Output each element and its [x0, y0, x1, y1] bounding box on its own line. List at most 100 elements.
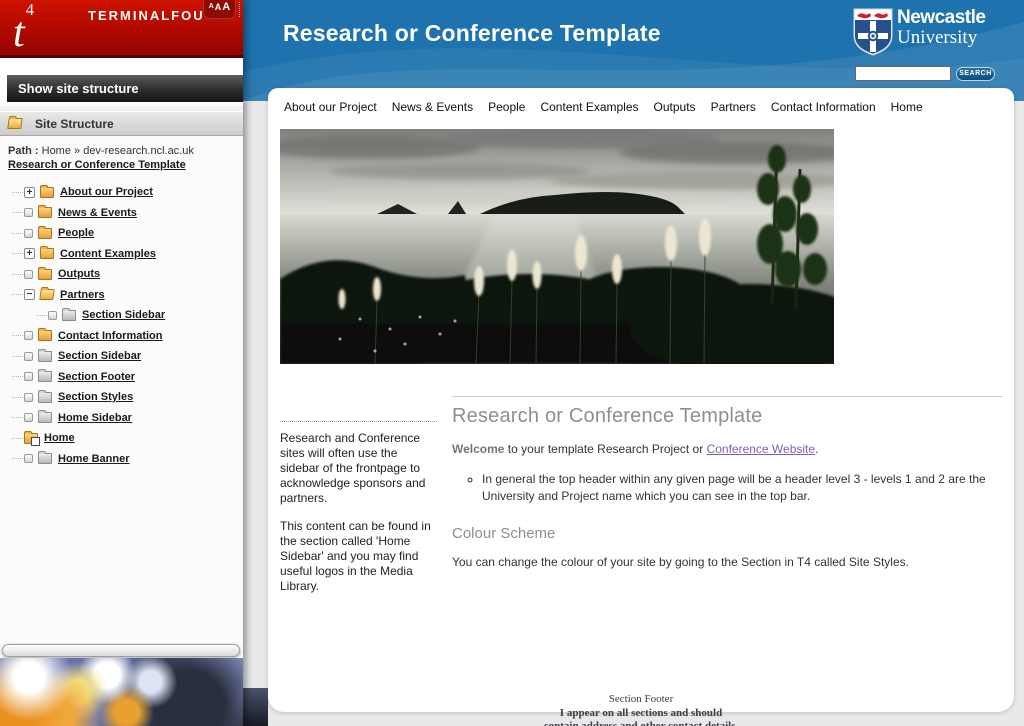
path-current-section[interactable]: Research or Conference Template: [8, 158, 235, 172]
tree-item-label[interactable]: Section Styles: [58, 391, 133, 403]
tree-item[interactable]: Section Styles: [0, 387, 243, 408]
nav-item[interactable]: Contact Information: [771, 100, 876, 114]
tree-item-label[interactable]: Home Banner: [58, 453, 130, 465]
nav-item[interactable]: Content Examples: [540, 100, 638, 114]
tree-item[interactable]: Outputs: [0, 264, 243, 285]
site-navigation: About our Project News & Events People Cont…: [268, 88, 1014, 116]
nav-item[interactable]: News & Events: [392, 100, 473, 114]
tree-item[interactable]: People: [0, 223, 243, 244]
nav-item[interactable]: Partners: [711, 100, 756, 114]
tree-expander-icon[interactable]: [24, 352, 33, 361]
tree-connector: [12, 253, 23, 254]
tree-item[interactable]: Section Sidebar: [0, 346, 243, 367]
folder-icon[interactable]: [38, 453, 52, 464]
tree-item[interactable]: About our Project: [0, 182, 243, 203]
path-label: Path :: [8, 145, 39, 157]
font-medium-button[interactable]: A: [215, 2, 222, 12]
tree-expander-icon[interactable]: [24, 208, 33, 217]
folder-icon[interactable]: [38, 207, 52, 218]
folder-icon[interactable]: [40, 187, 54, 198]
tree-item-label[interactable]: Contact Information: [58, 330, 163, 342]
panel-gap: [0, 102, 243, 111]
colour-scheme-paragraph: You can change the colour of your site b…: [452, 554, 1002, 570]
font-size-controls[interactable]: A A A: [203, 0, 236, 19]
welcome-end: .: [815, 442, 818, 456]
welcome-paragraph: Welcome to your template Research Projec…: [452, 441, 1002, 457]
colour-scheme-heading: Colour Scheme: [452, 525, 1002, 542]
footer-line-1: Section Footer: [268, 693, 1014, 707]
folder-icon[interactable]: [38, 269, 52, 280]
folder-icon[interactable]: [38, 351, 52, 362]
folder-icon[interactable]: [38, 228, 52, 239]
tree-item-label[interactable]: Content Examples: [60, 248, 156, 260]
tree-item[interactable]: Contact Information: [0, 326, 243, 347]
t4-header: t4 TERMINALFOU A A A: [0, 0, 243, 58]
tree-expander-icon[interactable]: [24, 289, 35, 300]
tree-item[interactable]: Section Footer: [0, 367, 243, 388]
folder-icon[interactable]: [38, 330, 52, 341]
tree-item-label[interactable]: Partners: [60, 289, 105, 301]
open-folder-icon: [7, 118, 23, 129]
tree-item-label[interactable]: About our Project: [60, 186, 153, 198]
t4-brand-text: TERMINALFOU: [88, 8, 206, 23]
t4-logo-t: t: [13, 10, 25, 56]
folder-icon[interactable]: [39, 289, 55, 300]
tree-item[interactable]: Partners: [0, 285, 243, 306]
tree-expander-icon[interactable]: [24, 331, 33, 340]
tree-item[interactable]: Section Sidebar: [0, 305, 243, 326]
breadcrumb: Path : Home » dev-research.ncl.ac.uk Res…: [0, 136, 243, 177]
welcome-bold: Welcome: [452, 442, 504, 456]
tree-expander-icon[interactable]: [24, 229, 33, 238]
folder-icon[interactable]: [38, 392, 52, 403]
path-trail[interactable]: Home » dev-research.ncl.ac.uk: [42, 145, 194, 157]
header-divider: [239, 2, 240, 17]
t4-logo-4: 4: [26, 0, 35, 19]
nav-item[interactable]: People: [488, 100, 525, 114]
nav-item[interactable]: About our Project: [284, 100, 377, 114]
tree-connector: [12, 335, 23, 336]
tree-expander-icon[interactable]: [24, 413, 33, 422]
nav-item[interactable]: Home: [891, 100, 923, 114]
tree-item-label[interactable]: Home Sidebar: [58, 412, 132, 424]
tree-item[interactable]: News & Events: [0, 203, 243, 224]
horizontal-scrollbar[interactable]: [2, 644, 240, 657]
tree-item-label[interactable]: Section Sidebar: [58, 350, 141, 362]
font-small-button[interactable]: A: [209, 2, 214, 12]
conference-website-link[interactable]: Conference Website: [707, 442, 816, 456]
tree-item-label[interactable]: Outputs: [58, 268, 100, 280]
tree-item-label[interactable]: News & Events: [58, 207, 137, 219]
folder-icon[interactable]: [40, 248, 54, 259]
nav-item[interactable]: Outputs: [654, 100, 696, 114]
folder-icon[interactable]: [24, 433, 38, 444]
university-name-line2: University: [897, 28, 985, 47]
site-structure-tree: About our Project News & Events People C…: [0, 177, 243, 469]
font-large-button[interactable]: A: [222, 2, 230, 12]
tree-item[interactable]: Home Banner: [0, 449, 243, 470]
search-input[interactable]: [855, 66, 951, 81]
tree-item[interactable]: Home: [0, 428, 243, 449]
search-bar: SEARCH: [855, 66, 995, 81]
folder-icon[interactable]: [38, 412, 52, 423]
t4-cms-panel: t4 TERMINALFOU A A A Show site structure…: [0, 0, 243, 726]
tree-item-label[interactable]: Home: [44, 432, 75, 444]
folder-icon[interactable]: [62, 310, 76, 321]
folder-icon[interactable]: [38, 371, 52, 382]
tree-item[interactable]: Home Sidebar: [0, 408, 243, 429]
tree-expander-icon[interactable]: [48, 311, 57, 320]
sidebar-paragraph-2: This content can be found in the section…: [280, 519, 437, 594]
tree-expander-icon[interactable]: [24, 393, 33, 402]
newcastle-university-logo[interactable]: Newcastle University: [853, 8, 985, 56]
tree-item-label[interactable]: Section Sidebar: [82, 309, 165, 321]
tree-expander-icon[interactable]: [24, 270, 33, 279]
tree-expander-icon[interactable]: [24, 248, 35, 259]
tree-item-label[interactable]: People: [58, 227, 94, 239]
page-title: Research or Conference Template: [452, 396, 1002, 428]
site-structure-panel: Site Structure Path : Home » dev-researc…: [0, 102, 243, 658]
tree-item[interactable]: Content Examples: [0, 244, 243, 265]
tree-expander-icon[interactable]: [24, 187, 35, 198]
tree-expander-icon[interactable]: [24, 372, 33, 381]
search-button[interactable]: SEARCH: [956, 67, 995, 81]
tree-expander-icon[interactable]: [24, 454, 33, 463]
tree-item-label[interactable]: Section Footer: [58, 371, 135, 383]
show-site-structure-button[interactable]: Show site structure: [7, 75, 243, 102]
